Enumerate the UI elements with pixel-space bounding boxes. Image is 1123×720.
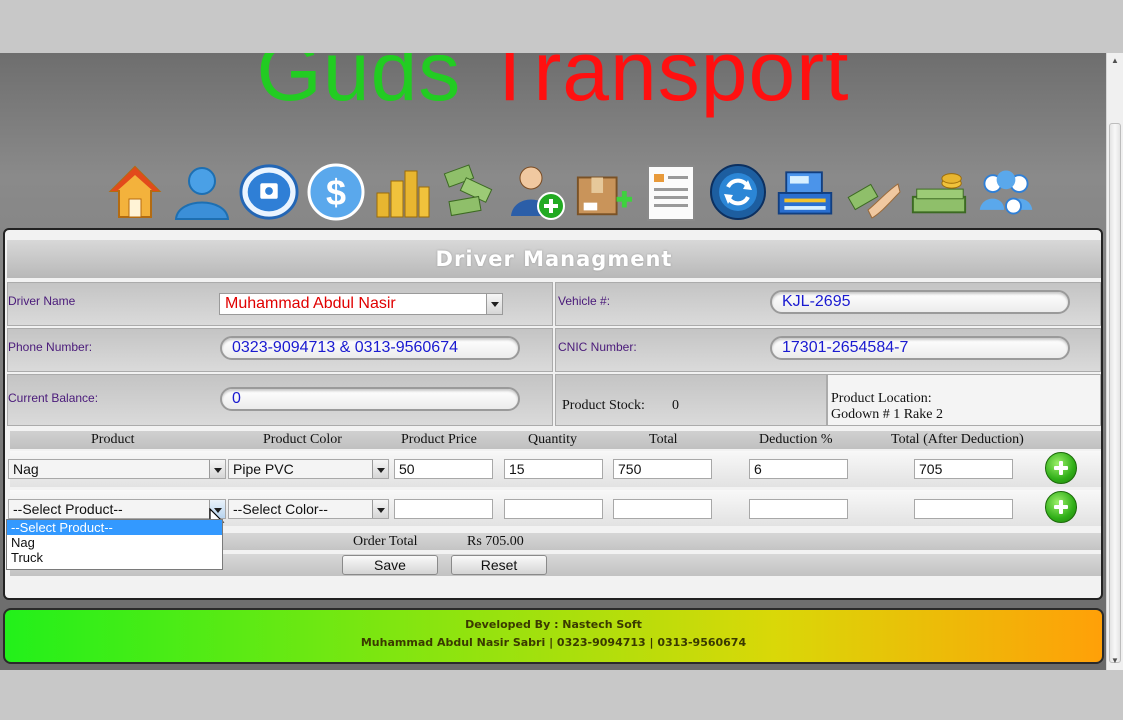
col-after-deduction: Total (After Deduction) — [891, 432, 1024, 447]
disk-icon[interactable] — [239, 161, 299, 223]
add-row-button[interactable] — [1045, 452, 1077, 484]
add-row-button[interactable] — [1045, 491, 1077, 523]
product-dropdown-list: --Select Product-- Nag Truck — [6, 519, 223, 570]
balance-label: Current Balance: — [8, 391, 99, 405]
payment-hand-icon[interactable] — [842, 161, 902, 223]
main-toolbar: $ — [105, 153, 1036, 223]
phone-label: Phone Number: — [8, 340, 93, 354]
col-deduction: Deduction % — [759, 432, 833, 447]
product-select-value: Nag — [13, 461, 39, 477]
vehicle-label: Vehicle #: — [558, 294, 611, 308]
color-select[interactable]: --Select Color-- — [228, 499, 389, 519]
reset-button[interactable]: Reset — [451, 555, 547, 575]
after-deduction-input[interactable] — [914, 499, 1013, 519]
save-button[interactable]: Save — [342, 555, 438, 575]
driver-name-select[interactable]: Muhammad Abdul Nasir — [219, 293, 503, 315]
refresh-icon[interactable] — [708, 161, 768, 223]
cash-stack-icon[interactable] — [909, 161, 969, 223]
col-quantity: Quantity — [528, 432, 577, 447]
user-group-icon[interactable] — [976, 161, 1036, 223]
price-input[interactable]: 50 — [394, 459, 493, 479]
coins-icon[interactable] — [373, 161, 433, 223]
order-total-label: Order Total — [353, 534, 418, 549]
location-value: Godown # 1 Rake 2 — [831, 407, 943, 422]
location-label: Product Location: — [831, 391, 932, 406]
after-deduction-input[interactable]: 705 — [914, 459, 1013, 479]
driver-name-value: Muhammad Abdul Nasir — [225, 295, 396, 312]
footer-developer: Developed By : Nastech Soft — [465, 618, 642, 631]
dropdown-option[interactable]: --Select Product-- — [7, 520, 222, 535]
footer: Developed By : Nastech Soft Muhammad Abd… — [3, 608, 1104, 664]
add-user-icon[interactable] — [507, 161, 567, 223]
total-input[interactable] — [613, 499, 712, 519]
svg-text:$: $ — [326, 172, 346, 213]
cash-register-icon[interactable] — [775, 161, 835, 223]
quantity-input[interactable]: 15 — [504, 459, 603, 479]
browser-bottom-band — [0, 670, 1123, 720]
balance-field[interactable]: 0 — [220, 387, 520, 411]
col-color: Product Color — [263, 432, 342, 447]
order-total-value: Rs 705.00 — [467, 534, 524, 549]
home-icon[interactable] — [105, 161, 165, 223]
cnic-field[interactable]: 17301-2654584-7 — [770, 336, 1070, 360]
panel-title: Driver Managment — [7, 240, 1101, 278]
user-icon[interactable] — [172, 161, 232, 223]
cnic-label: CNIC Number: — [558, 340, 637, 354]
chevron-down-icon[interactable] — [209, 460, 225, 478]
product-select[interactable]: --Select Product-- — [8, 499, 226, 519]
dollar-icon[interactable]: $ — [306, 161, 366, 223]
app-title-part1: Guds — [256, 53, 462, 118]
vehicle-field[interactable]: KJL-2695 — [770, 290, 1070, 314]
stock-value: 0 — [672, 398, 679, 413]
scroll-down-icon[interactable]: ▼ — [1107, 656, 1123, 665]
chevron-down-icon[interactable] — [372, 460, 388, 478]
dropdown-option[interactable]: Nag — [7, 535, 222, 550]
color-select[interactable]: Pipe PVC — [228, 459, 389, 479]
product-select[interactable]: Nag — [8, 459, 226, 479]
page-viewport: Guds Transport $ Driver Managment Driver… — [0, 53, 1106, 670]
chevron-down-icon[interactable] — [372, 500, 388, 518]
dropdown-option[interactable]: Truck — [7, 550, 222, 565]
total-input[interactable]: 750 — [613, 459, 712, 479]
app-title-part2: Transport — [484, 53, 850, 118]
col-price: Product Price — [401, 432, 477, 447]
report-icon[interactable] — [641, 161, 701, 223]
col-total: Total — [649, 432, 678, 447]
price-input[interactable] — [394, 499, 493, 519]
app-title: Guds Transport — [0, 53, 1106, 120]
deduction-input[interactable] — [749, 499, 848, 519]
add-package-icon[interactable] — [574, 161, 634, 223]
scroll-up-icon[interactable]: ▲ — [1107, 56, 1123, 65]
chevron-down-icon[interactable] — [486, 294, 502, 314]
money-flying-icon[interactable] — [440, 161, 500, 223]
quantity-input[interactable] — [504, 499, 603, 519]
color-select-value: --Select Color-- — [233, 501, 328, 517]
product-select-value: --Select Product-- — [13, 501, 123, 517]
color-select-value: Pipe PVC — [233, 461, 294, 477]
phone-field[interactable]: 0323-9094713 & 0313-9560674 — [220, 336, 520, 360]
stock-label: Product Stock: — [562, 398, 645, 413]
driver-name-label: Driver Name — [8, 294, 76, 308]
vertical-scrollbar[interactable]: ▲ ▼ — [1106, 53, 1123, 670]
browser-top-band — [0, 0, 1123, 53]
footer-contact: Muhammad Abdul Nasir Sabri | 0323-909471… — [360, 636, 747, 649]
scrollbar-thumb[interactable] — [1109, 123, 1121, 663]
col-product: Product — [91, 432, 135, 447]
deduction-input[interactable]: 6 — [749, 459, 848, 479]
